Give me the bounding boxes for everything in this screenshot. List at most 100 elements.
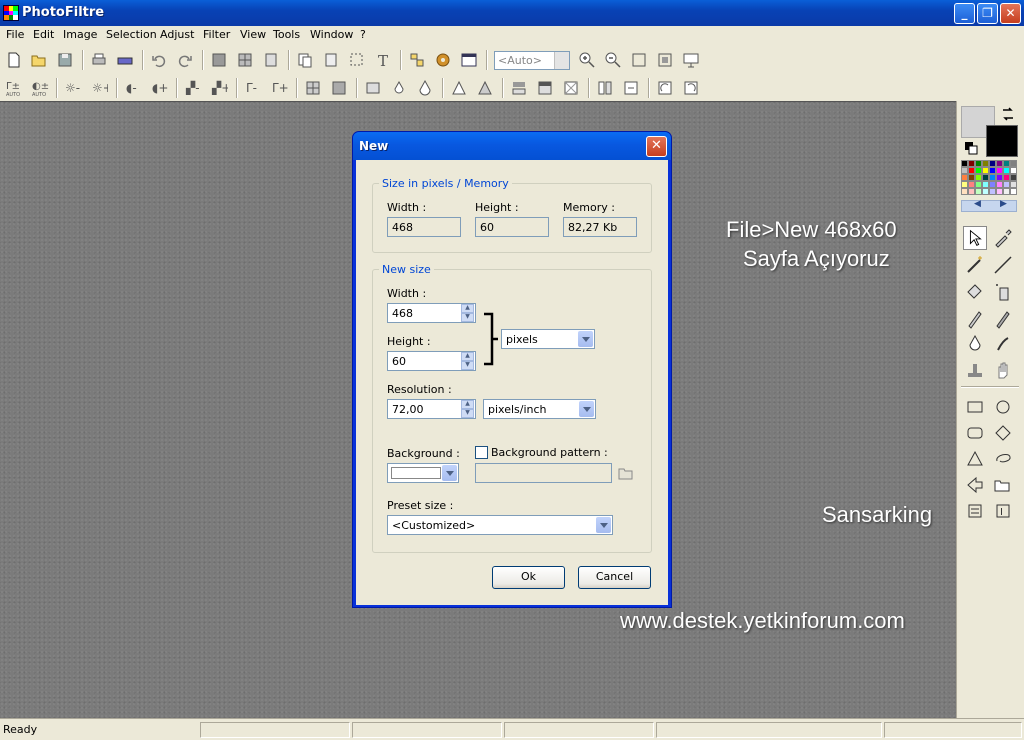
palette-swatch[interactable] bbox=[1010, 181, 1017, 188]
soften-drop-icon[interactable] bbox=[390, 79, 408, 97]
grid-filter-icon[interactable] bbox=[304, 79, 322, 97]
palette-swatch[interactable] bbox=[968, 167, 975, 174]
palette-swatch[interactable] bbox=[975, 181, 982, 188]
menu-tools[interactable]: Tools bbox=[273, 28, 300, 41]
resolution-stepper[interactable]: ▲ ▼ bbox=[461, 400, 474, 418]
palette-swatch[interactable] bbox=[1003, 181, 1010, 188]
palette-swatch[interactable] bbox=[1003, 160, 1010, 167]
palette-swatch[interactable] bbox=[975, 174, 982, 181]
window-icon[interactable] bbox=[460, 51, 478, 69]
palette-swatch[interactable] bbox=[989, 160, 996, 167]
zoom-select[interactable]: <Auto> bbox=[494, 51, 570, 70]
palette-swatch[interactable] bbox=[1010, 174, 1017, 181]
spray-tool-icon[interactable] bbox=[991, 280, 1015, 304]
palette-swatch[interactable] bbox=[1010, 167, 1017, 174]
selection-list-icon[interactable] bbox=[963, 499, 987, 523]
palette-swatch[interactable] bbox=[968, 160, 975, 167]
unit-select[interactable]: pixels bbox=[501, 329, 595, 349]
palette-swatch[interactable] bbox=[968, 188, 975, 195]
palette-swatch[interactable] bbox=[996, 181, 1003, 188]
auto-contrast-icon[interactable]: ◐±AUTO bbox=[31, 79, 49, 97]
brightness-minus-icon[interactable]: ☼- bbox=[63, 79, 81, 97]
palette-swatch[interactable] bbox=[996, 174, 1003, 181]
rotate-left-icon[interactable] bbox=[622, 79, 640, 97]
menu-edit[interactable]: Edit bbox=[33, 28, 54, 41]
actual-size-icon[interactable] bbox=[630, 51, 648, 69]
width-stepper[interactable]: ▲ ▼ bbox=[461, 304, 474, 322]
diamond-shape-icon[interactable] bbox=[991, 421, 1015, 445]
text-selection-icon[interactable]: I bbox=[991, 499, 1015, 523]
palette-swatch[interactable] bbox=[1003, 188, 1010, 195]
background-color-select[interactable] bbox=[387, 463, 459, 483]
blur-icon[interactable] bbox=[364, 79, 382, 97]
smudge-tool-icon[interactable] bbox=[991, 332, 1015, 356]
menu-window[interactable]: Window bbox=[310, 28, 353, 41]
flip-vertical-icon[interactable] bbox=[510, 79, 528, 97]
palette-swatch[interactable] bbox=[975, 167, 982, 174]
palette-swatch[interactable] bbox=[989, 167, 996, 174]
open-folder-icon[interactable] bbox=[30, 51, 48, 69]
palette-swatch[interactable] bbox=[961, 174, 968, 181]
close-button[interactable]: ✕ bbox=[1000, 3, 1021, 24]
palette-swatch[interactable] bbox=[975, 188, 982, 195]
menu-adjust[interactable]: Adjust bbox=[160, 28, 194, 41]
background-pattern-checkbox[interactable] bbox=[475, 446, 488, 459]
line-tool-icon[interactable] bbox=[991, 253, 1015, 277]
palette-swatch[interactable] bbox=[982, 181, 989, 188]
print-icon[interactable] bbox=[90, 51, 108, 69]
palette-swatch[interactable] bbox=[1010, 160, 1017, 167]
eyedropper-tool-icon[interactable] bbox=[991, 226, 1015, 250]
cancel-button[interactable]: Cancel bbox=[578, 566, 651, 589]
rotate-90-left-icon[interactable] bbox=[656, 79, 674, 97]
link-bracket-icon[interactable] bbox=[481, 312, 499, 366]
hand-tool-icon[interactable] bbox=[991, 358, 1015, 382]
redo-icon[interactable] bbox=[176, 51, 194, 69]
rotate-icon[interactable] bbox=[562, 79, 580, 97]
fill-bucket-tool-icon[interactable] bbox=[963, 280, 987, 304]
polygon-lasso-tool-icon[interactable] bbox=[963, 473, 987, 497]
saturation-minus-icon[interactable]: ▞- bbox=[184, 79, 202, 97]
rotate-90-right-icon[interactable] bbox=[682, 79, 700, 97]
contrast-plus-icon[interactable]: ◖+ bbox=[150, 79, 168, 97]
gamma-minus-icon[interactable]: Γ- bbox=[244, 79, 262, 97]
brightness-plus-icon[interactable]: ☼+ bbox=[90, 79, 108, 97]
saturation-plus-icon[interactable]: ▞+ bbox=[210, 79, 228, 97]
open-selection-icon[interactable] bbox=[991, 473, 1015, 497]
palette-swatch[interactable] bbox=[1010, 188, 1017, 195]
image-size-icon[interactable] bbox=[210, 51, 228, 69]
palette-next-icon[interactable]: ▶ bbox=[1000, 199, 1007, 209]
lasso-tool-icon[interactable] bbox=[991, 447, 1015, 471]
ellipse-shape-icon[interactable] bbox=[991, 395, 1015, 419]
magic-wand-tool-icon[interactable] bbox=[963, 253, 987, 277]
palette-swatch[interactable] bbox=[996, 188, 1003, 195]
scanner-icon[interactable] bbox=[116, 51, 134, 69]
zoom-out-icon[interactable] bbox=[604, 51, 622, 69]
save-icon[interactable] bbox=[56, 51, 74, 69]
menu-file[interactable]: File bbox=[6, 28, 24, 41]
color-palette[interactable] bbox=[961, 160, 1017, 196]
selection-icon[interactable] bbox=[348, 51, 366, 69]
palette-swatch[interactable] bbox=[982, 167, 989, 174]
menu-help[interactable]: ? bbox=[360, 28, 366, 41]
height-stepper[interactable]: ▲ ▼ bbox=[461, 352, 474, 370]
triangle-filter-icon[interactable] bbox=[450, 79, 468, 97]
brush-tool-icon[interactable] bbox=[963, 306, 987, 330]
canvas-size-icon[interactable] bbox=[236, 51, 254, 69]
palette-swatch[interactable] bbox=[989, 174, 996, 181]
palette-swatch[interactable] bbox=[989, 188, 996, 195]
palette-swatch[interactable] bbox=[982, 174, 989, 181]
undo-icon[interactable] bbox=[150, 51, 168, 69]
dialog-title-bar[interactable]: New ✕ bbox=[353, 132, 671, 160]
swap-colors-icon[interactable] bbox=[1000, 106, 1016, 122]
open-folder-icon[interactable] bbox=[617, 464, 635, 482]
advanced-brush-tool-icon[interactable] bbox=[991, 306, 1015, 330]
rounded-rect-shape-icon[interactable] bbox=[963, 421, 987, 445]
triangle-shape-icon[interactable] bbox=[963, 447, 987, 471]
background-color-swatch[interactable] bbox=[986, 125, 1018, 157]
menu-filter[interactable]: Filter bbox=[203, 28, 230, 41]
menu-selection[interactable]: Selection bbox=[106, 28, 157, 41]
new-file-icon[interactable] bbox=[5, 51, 23, 69]
paste-icon[interactable] bbox=[322, 51, 340, 69]
ok-button[interactable]: Ok bbox=[492, 566, 565, 589]
palette-swatch[interactable] bbox=[975, 160, 982, 167]
